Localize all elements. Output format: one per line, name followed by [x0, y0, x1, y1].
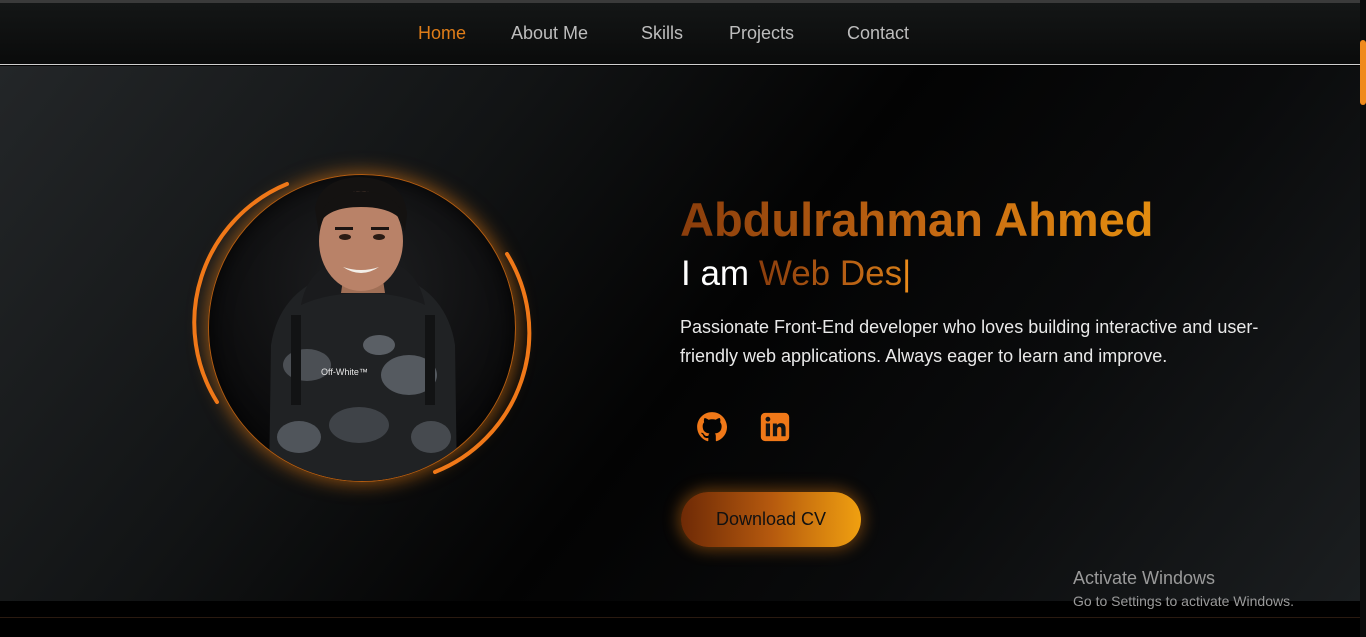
- watermark-subtitle: Go to Settings to activate Windows.: [1073, 593, 1294, 609]
- github-link[interactable]: [695, 410, 729, 444]
- linkedin-icon: [760, 412, 790, 442]
- typing-prefix: I am: [681, 254, 750, 293]
- page-scrollbar[interactable]: [1360, 0, 1366, 637]
- nav-link-home[interactable]: Home: [418, 23, 466, 44]
- profile-picture-frame: Off-White™: [192, 172, 532, 492]
- navbar: Home About Me Skills Projects Contact: [0, 3, 1360, 65]
- hero-bio: Passionate Front-End developer who loves…: [680, 317, 1259, 366]
- hero-name: Abdulrahman Ahmed: [680, 193, 1154, 246]
- linkedin-link[interactable]: [758, 410, 792, 444]
- github-icon: [697, 412, 728, 442]
- watermark-title: Activate Windows: [1073, 568, 1216, 588]
- windows-activation-watermark: Activate Windows Go to Settings to activ…: [1073, 568, 1294, 609]
- orange-ring-arcs: [192, 182, 532, 474]
- scrollbar-thumb[interactable]: [1360, 40, 1366, 105]
- nav-link-skills[interactable]: Skills: [641, 23, 683, 44]
- footer-divider: [0, 617, 1360, 618]
- typing-cursor: |: [902, 254, 912, 293]
- typing-role: Web Des: [758, 254, 903, 293]
- nav-link-about-me[interactable]: About Me: [511, 23, 588, 44]
- nav-link-contact[interactable]: Contact: [847, 23, 909, 44]
- nav-link-projects[interactable]: Projects: [729, 23, 794, 44]
- typing-role-text: I am Web Des|: [681, 254, 911, 294]
- download-cv-button[interactable]: Download CV: [681, 492, 861, 547]
